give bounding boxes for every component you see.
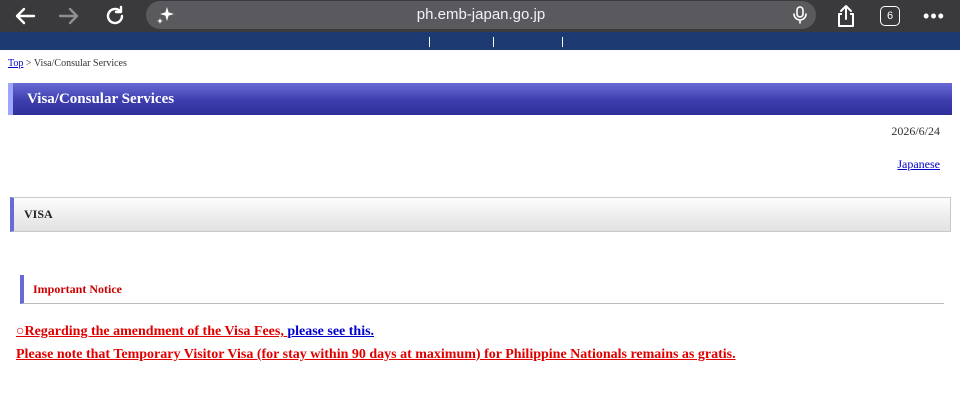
more-icon[interactable]: ••• (918, 0, 950, 32)
forward-button[interactable] (52, 0, 86, 32)
tabs-icon: 6 (880, 6, 900, 26)
breadcrumb-top-link[interactable]: Top (8, 58, 23, 69)
reload-button[interactable] (98, 0, 132, 32)
breadcrumb-current: Visa/Consular Services (33, 58, 127, 69)
nav-separator (562, 37, 563, 47)
share-icon (838, 5, 854, 27)
visa-fee-text: ○Regarding the amendment of the Visa Fee… (16, 324, 288, 339)
url-text[interactable]: ph.emb-japan.go.jp (146, 1, 816, 29)
page-date: 2026/6/24 (891, 124, 940, 138)
section-header: VISA (10, 197, 951, 232)
breadcrumb-separator: > (23, 58, 34, 69)
share-button[interactable] (832, 0, 860, 32)
notice-heading: Important Notice (20, 275, 944, 304)
section-title: VISA (24, 207, 53, 221)
page-title-bar: Visa/Consular Services (8, 83, 952, 115)
site-navigation-bar (0, 32, 960, 50)
microphone-icon[interactable] (792, 6, 808, 24)
nav-separator (493, 37, 494, 47)
visa-fee-link[interactable]: please see this. (287, 324, 374, 339)
visa-fee-notice: ○Regarding the amendment of the Visa Fee… (16, 324, 374, 340)
japanese-language-link[interactable]: Japanese (897, 157, 940, 172)
nav-separator (429, 37, 430, 47)
page-title: Visa/Consular Services (27, 91, 175, 107)
breadcrumb: Top > Visa/Consular Services (8, 58, 127, 69)
back-button[interactable] (8, 0, 42, 32)
forward-arrow-icon (58, 7, 79, 25)
browser-toolbar: ph.emb-japan.go.jp 6 ••• (0, 0, 960, 32)
notice-heading-text: Important Notice (33, 282, 122, 296)
back-arrow-icon (15, 7, 36, 25)
tabs-button[interactable]: 6 (876, 0, 904, 32)
gratis-notice: Please note that Temporary Visitor Visa … (16, 347, 736, 362)
address-bar[interactable]: ph.emb-japan.go.jp (146, 1, 816, 29)
reload-icon (106, 5, 124, 25)
